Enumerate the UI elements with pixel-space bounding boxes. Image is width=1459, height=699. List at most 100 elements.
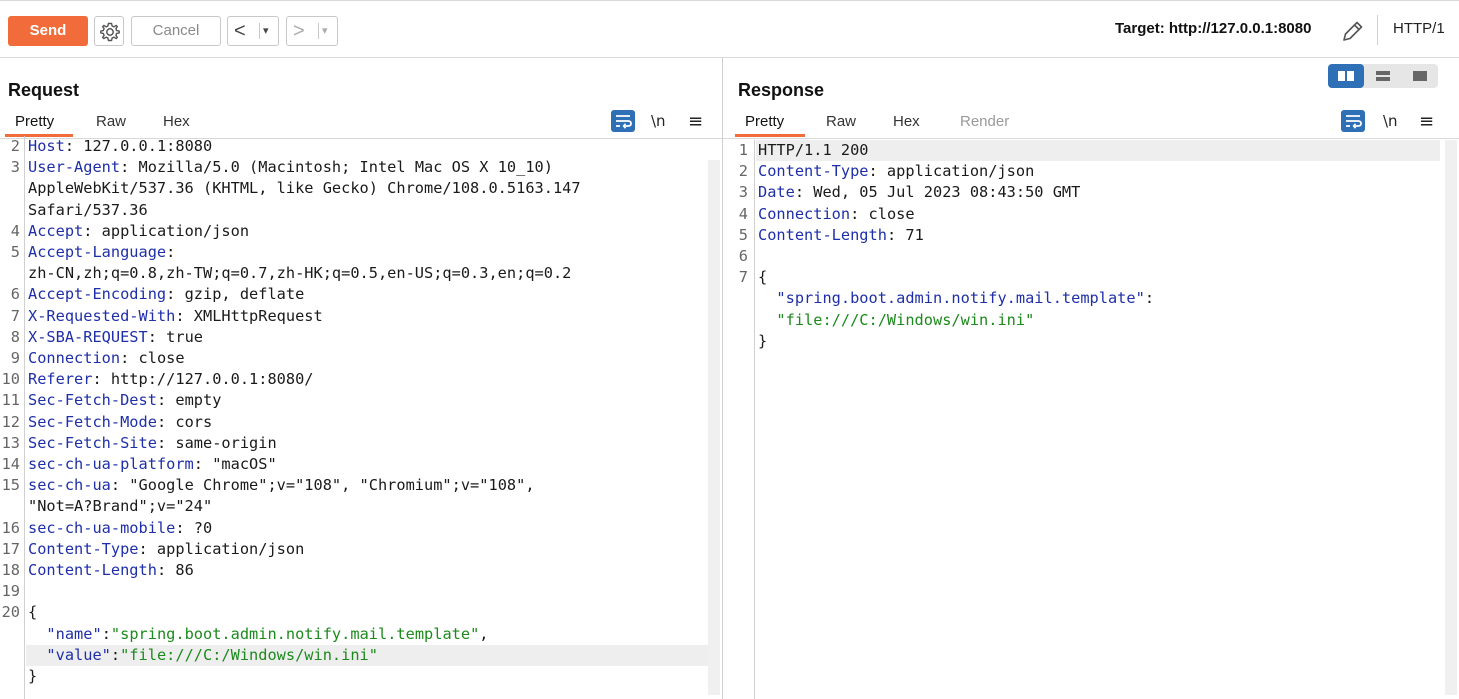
line-number: 7 bbox=[738, 268, 748, 287]
code-line[interactable]: { bbox=[26, 602, 37, 623]
forward-button[interactable]: > ▾ bbox=[286, 16, 338, 46]
code-line[interactable]: Content-Type: application/json bbox=[756, 161, 1034, 182]
code-line[interactable] bbox=[756, 246, 758, 267]
line-number: 20 bbox=[1, 603, 20, 622]
code-line[interactable]: Host: 127.0.0.1:8080 bbox=[26, 136, 212, 157]
back-button[interactable]: < ▾ bbox=[227, 16, 279, 46]
code-line[interactable]: Connection: close bbox=[756, 204, 915, 225]
code-line[interactable]: Accept: application/json bbox=[26, 221, 249, 242]
tab-pretty[interactable]: Pretty bbox=[15, 113, 54, 130]
layout-single-button[interactable] bbox=[1402, 64, 1438, 88]
tab-raw[interactable]: Raw bbox=[826, 113, 856, 130]
scrollbar[interactable] bbox=[1445, 140, 1457, 695]
header-value: : 127.0.0.1:8080 bbox=[64, 137, 213, 155]
header-name: Host bbox=[28, 137, 65, 155]
code-line[interactable]: Content-Type: application/json bbox=[26, 539, 304, 560]
header-value: : true bbox=[147, 327, 203, 346]
code-line[interactable]: HTTP/1.1 200 bbox=[756, 140, 1440, 161]
chevron-down-icon[interactable]: ▾ bbox=[263, 24, 269, 38]
wrap-lines-icon bbox=[616, 115, 632, 129]
string-value: "spring.boot.admin.notify.mail.template" bbox=[110, 624, 480, 643]
code-line[interactable]: "name":"spring.boot.admin.notify.mail.te… bbox=[26, 624, 489, 645]
wrap-lines-button[interactable] bbox=[611, 110, 635, 132]
header-value: HTTP/1.1 200 bbox=[758, 141, 869, 159]
code-line[interactable]: } bbox=[26, 666, 37, 687]
header-value: : bbox=[110, 645, 121, 664]
header-name: Accept bbox=[28, 221, 84, 240]
header-name: Sec-Fetch-Site bbox=[28, 433, 157, 452]
wrap-lines-button[interactable] bbox=[1341, 110, 1365, 132]
send-button[interactable]: Send bbox=[8, 16, 88, 46]
header-name: Content-Type bbox=[758, 162, 869, 181]
divider bbox=[1377, 15, 1378, 45]
header-value: : "macOS" bbox=[193, 455, 277, 473]
show-newlines-button[interactable]: \n bbox=[1383, 112, 1398, 130]
code-line[interactable]: AppleWebKit/537.36 (KHTML, like Gecko) C… bbox=[26, 178, 581, 199]
code-line[interactable]: "file:///C:/Windows/win.ini" bbox=[756, 310, 1034, 331]
header-value: : gzip, deflate bbox=[166, 285, 305, 304]
code-line[interactable]: } bbox=[756, 331, 767, 352]
code-line[interactable]: Accept-Encoding: gzip, deflate bbox=[26, 284, 304, 305]
chevron-down-icon[interactable]: ▾ bbox=[322, 24, 328, 38]
response-editor[interactable]: 1 2 3 4 5 6 7 HTTP/1.1 200 Content-Type: applic… bbox=[724, 140, 1444, 699]
request-editor[interactable]: 2 3 4 5 6 7 8 9 10 11 12 13 14 15 16 17 18 19 20 Host: 127… bbox=[0, 136, 720, 699]
menu-icon[interactable]: ≡ bbox=[1419, 111, 1434, 132]
code-line[interactable]: sec-ch-ua-mobile: ?0 bbox=[26, 518, 212, 539]
header-value: AppleWebKit/537.36 (KHTML, like Gecko) C… bbox=[28, 179, 581, 198]
code-line[interactable]: { bbox=[756, 267, 767, 288]
pane-divider[interactable] bbox=[722, 58, 723, 699]
code-line[interactable]: Sec-Fetch-Dest: empty bbox=[26, 390, 221, 411]
code-line[interactable]: Content-Length: 86 bbox=[26, 560, 194, 581]
single-pane-icon bbox=[1413, 71, 1427, 81]
code-line[interactable]: X-SBA-REQUEST: true bbox=[26, 327, 203, 348]
header-value: : close bbox=[850, 204, 915, 223]
code-line[interactable]: Date: Wed, 05 Jul 2023 08:43:50 GMT bbox=[756, 182, 1080, 203]
code-line[interactable]: "spring.boot.admin.notify.mail.template"… bbox=[756, 288, 1154, 309]
layout-side-by-side-button[interactable] bbox=[1328, 64, 1364, 88]
code-line[interactable]: Accept-Language: bbox=[26, 242, 175, 263]
code-line[interactable] bbox=[26, 581, 28, 602]
rows-icon bbox=[1376, 71, 1390, 81]
http-version-label[interactable]: HTTP/1 bbox=[1393, 20, 1445, 37]
code-line[interactable]: Referer: http://127.0.0.1:8080/ bbox=[26, 369, 314, 390]
code-line[interactable]: Safari/537.36 bbox=[26, 200, 148, 221]
cancel-button[interactable]: Cancel bbox=[131, 16, 221, 46]
header-value: : bbox=[1144, 289, 1155, 308]
columns-icon bbox=[1338, 71, 1354, 81]
code-line[interactable]: User-Agent: Mozilla/5.0 (Macintosh; Inte… bbox=[26, 157, 553, 178]
line-number: 6 bbox=[738, 247, 748, 265]
code-line[interactable]: "Not=A?Brand";v="24" bbox=[26, 496, 212, 517]
layout-toggle[interactable] bbox=[1328, 64, 1438, 88]
settings-button[interactable] bbox=[94, 16, 124, 46]
line-number: 10 bbox=[1, 370, 20, 389]
tab-raw[interactable]: Raw bbox=[96, 113, 126, 130]
tab-pretty[interactable]: Pretty bbox=[745, 113, 784, 130]
code-line[interactable]: sec-ch-ua-platform: "macOS" bbox=[26, 454, 277, 475]
code-line[interactable]: Connection: close bbox=[26, 348, 185, 369]
header-value: : 86 bbox=[156, 561, 194, 579]
header-name: sec-ch-ua-platform bbox=[28, 455, 194, 473]
pencil-icon[interactable] bbox=[1340, 18, 1366, 44]
header-value: : XMLHttpRequest bbox=[175, 306, 323, 325]
code-line[interactable]: zh-CN,zh;q=0.8,zh-TW;q=0.7,zh-HK;q=0.5,e… bbox=[26, 263, 571, 284]
header-value: : ?0 bbox=[175, 518, 213, 537]
code-line[interactable]: X-Requested-With: XMLHttpRequest bbox=[26, 306, 323, 327]
header-value: { bbox=[758, 268, 768, 287]
layout-stacked-button[interactable] bbox=[1365, 64, 1401, 88]
header-value: , bbox=[479, 624, 489, 643]
header-name: Accept-Language bbox=[28, 243, 167, 261]
chevron-right-icon: > bbox=[293, 20, 305, 42]
tab-hex[interactable]: Hex bbox=[163, 113, 190, 130]
show-newlines-button[interactable]: \n bbox=[651, 112, 666, 130]
header-value: { bbox=[28, 603, 38, 622]
code-line[interactable]: "value":"file:///C:/Windows/win.ini" bbox=[26, 644, 710, 666]
tab-render[interactable]: Render bbox=[960, 113, 1009, 130]
code-line[interactable]: Content-Length: 71 bbox=[756, 225, 924, 246]
scrollbar[interactable] bbox=[708, 160, 720, 695]
header-value: : application/json bbox=[868, 162, 1035, 181]
menu-icon[interactable]: ≡ bbox=[688, 111, 703, 132]
tab-hex[interactable]: Hex bbox=[893, 113, 920, 130]
code-line[interactable]: sec-ch-ua: "Google Chrome";v="108", "Chr… bbox=[26, 475, 535, 496]
code-line[interactable]: Sec-Fetch-Mode: cors bbox=[26, 412, 212, 433]
code-line[interactable]: Sec-Fetch-Site: same-origin bbox=[26, 433, 277, 454]
